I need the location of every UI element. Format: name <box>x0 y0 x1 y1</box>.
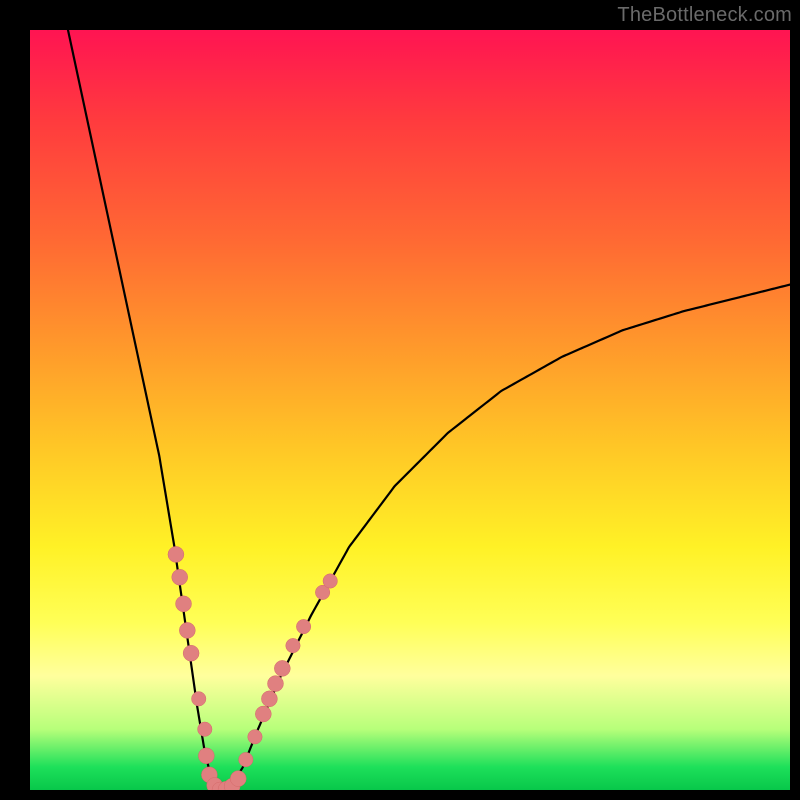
chart-container: TheBottleneck.com <box>0 0 800 800</box>
curve-marker <box>296 619 310 633</box>
curve-marker <box>179 622 195 638</box>
watermark-text: TheBottleneck.com <box>617 4 792 27</box>
curve-marker <box>183 645 199 661</box>
curve-marker <box>268 676 284 692</box>
curve-marker <box>286 638 300 652</box>
curve-marker <box>172 569 188 585</box>
curve-marker <box>248 730 262 744</box>
curve-marker <box>176 596 192 612</box>
curve-marker <box>168 546 184 562</box>
curve-marker <box>239 752 253 766</box>
curve-marker <box>198 748 214 764</box>
curve-marker <box>261 691 277 707</box>
bottleneck-curve <box>68 30 790 790</box>
curve-marker <box>323 574 337 588</box>
curve-marker <box>192 692 206 706</box>
curve-marker <box>230 771 246 787</box>
plot-area <box>30 30 790 790</box>
chart-svg <box>30 30 790 790</box>
curve-marker <box>255 706 271 722</box>
curve-marker <box>198 722 212 736</box>
curve-marker <box>274 660 290 676</box>
curve-markers <box>168 546 337 790</box>
